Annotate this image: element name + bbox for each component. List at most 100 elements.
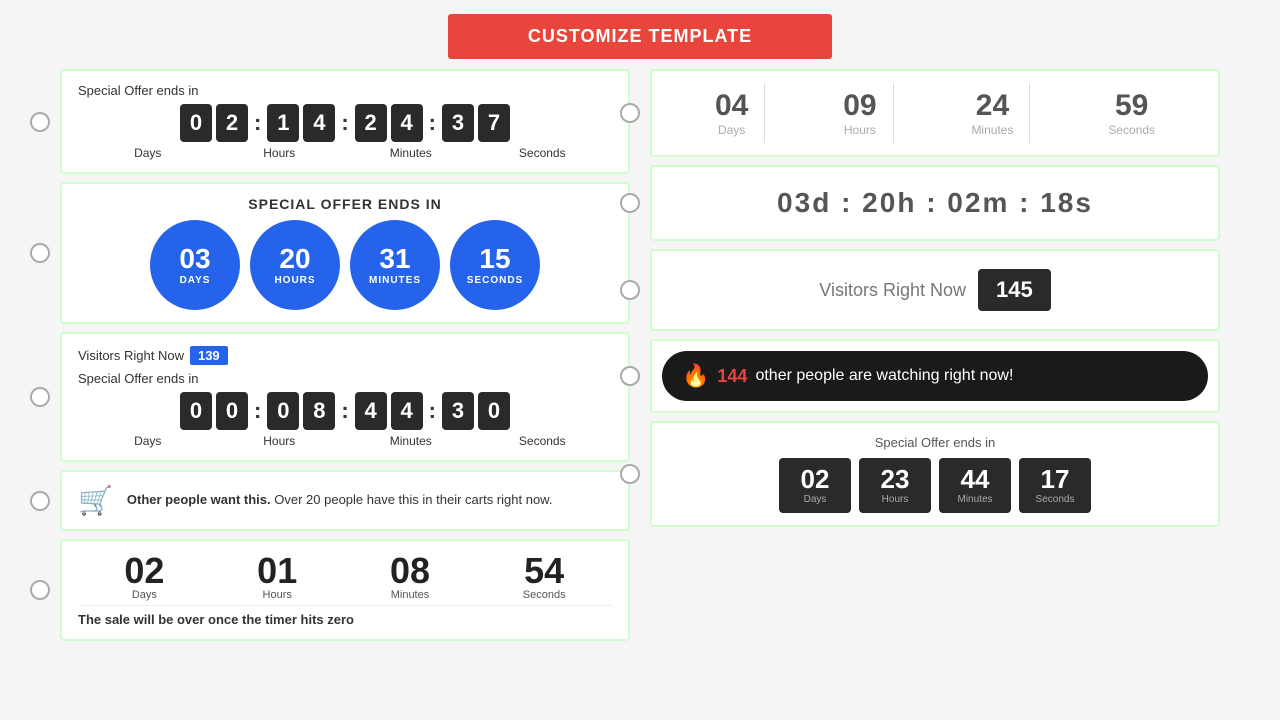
r-seconds-label: Seconds [1108,123,1155,137]
r-card1: 04 Days 09 Hours 24 Minutes 59 Seconds [650,69,1220,157]
customize-button[interactable]: CUSTOMIZE TEMPLATE [448,14,832,59]
r-c5-hours-label: Hours [865,494,925,505]
r-days: 04 Days [699,83,765,143]
r-card4-outer: 🔥 144 other people are watching right no… [650,339,1220,413]
c3-tile-h2: 8 [303,392,335,430]
flip-tile-m2: 4 [391,104,423,142]
c5-minutes: 08 Minutes [390,553,430,601]
r-c5-days-num: 02 [785,466,845,492]
r-card3-radio[interactable] [620,280,640,300]
r-card2: 03d : 20h : 02m : 18s [650,165,1220,241]
c3-tile-d1: 0 [180,392,212,430]
cart-icon: 🛒 [78,484,113,517]
circle-days: 03 DAYS [150,220,240,310]
card3-outer: Visitors Right Now 139 Special Offer end… [60,332,630,462]
card3: Visitors Right Now 139 Special Offer end… [60,332,630,462]
circle-seconds-label: SECONDS [467,275,523,286]
c3-tile-m1: 4 [355,392,387,430]
flip-tile-d1: 0 [180,104,212,142]
circle-hours-label: HOURS [274,275,315,286]
card5-outer: 02 Days 01 Hours 08 Minutes 54 Seconds [60,539,630,641]
c3-sep3: : [429,398,436,424]
sep1: : [254,110,261,136]
c5-hours-label: Hours [257,589,297,601]
r-card5-outer: Special Offer ends in 02 Days 23 Hours 4… [650,421,1220,527]
circle-days-num: 03 [179,245,210,273]
card2-title: SPECIAL OFFER ENDS IN [78,196,612,212]
c5-days: 02 Days [124,553,164,601]
circle-seconds: 15 SECONDS [450,220,540,310]
left-column: Special Offer ends in 0 2 : 1 4 : 2 4 : … [60,69,630,641]
circle-seconds-num: 15 [479,245,510,273]
c5-days-num: 02 [124,553,164,589]
r-card5: Special Offer ends in 02 Days 23 Hours 4… [650,421,1220,527]
r-card3-label: Visitors Right Now [819,280,966,301]
card4-radio[interactable] [30,491,50,511]
header: CUSTOMIZE TEMPLATE [0,0,1280,69]
c3-label-minutes: Minutes [376,434,446,448]
label-seconds: Seconds [507,146,577,160]
c5-seconds: 54 Seconds [523,553,566,601]
card4-content: 🛒 Other people want this. Over 20 people… [78,484,612,517]
r-c5-minutes-num: 44 [945,466,1005,492]
c5-hours: 01 Hours [257,553,297,601]
flip-tile-h1: 1 [267,104,299,142]
card1: Special Offer ends in 0 2 : 1 4 : 2 4 : … [60,69,630,174]
main-content: Special Offer ends in 0 2 : 1 4 : 2 4 : … [0,69,1280,641]
label-hours: Hours [244,146,314,160]
c3-label-seconds: Seconds [507,434,577,448]
c3-label-days: Days [113,434,183,448]
r-minutes-label: Minutes [971,123,1013,137]
cart-desc: Over 20 people have this in their carts … [274,492,552,507]
c5-seconds-num: 54 [523,553,566,589]
r-c5-hours-num: 23 [865,466,925,492]
c3-label-hours: Hours [244,434,314,448]
card5-radio[interactable] [30,580,50,600]
card1-title: Special Offer ends in [78,83,612,98]
r-card5-radio[interactable] [620,464,640,484]
r-card4-radio[interactable] [620,366,640,386]
r-c5-minutes-label: Minutes [945,494,1005,505]
right-column: 04 Days 09 Hours 24 Minutes 59 Seconds [640,69,1220,641]
r-card3-content: Visitors Right Now 145 [670,269,1200,311]
r-card2-text: 03d : 20h : 02m : 18s [672,187,1198,219]
r-c5-seconds: 17 Seconds [1019,458,1091,513]
r-minutes-num: 24 [971,89,1013,123]
c3-tile-d2: 0 [216,392,248,430]
flip-tile-m1: 2 [355,104,387,142]
label-minutes: Minutes [376,146,446,160]
circle-hours-num: 20 [279,245,310,273]
circle-days-label: DAYS [180,275,211,286]
c3-tile-s2: 0 [478,392,510,430]
r-seconds-num: 59 [1108,89,1155,123]
c5-seconds-label: Seconds [523,589,566,601]
r-card4: 🔥 144 other people are watching right no… [650,339,1220,413]
c3-tile-h1: 0 [267,392,299,430]
circle-minutes: 31 MINUTES [350,220,440,310]
r-card2-radio[interactable] [620,193,640,213]
r-seconds: 59 Seconds [1092,83,1171,143]
sep2: : [341,110,348,136]
sep3: : [429,110,436,136]
card3-tiles: 0 0 : 0 8 : 4 4 : 3 0 [78,392,612,430]
flip-tile-s2: 7 [478,104,510,142]
circle-minutes-num: 31 [379,245,410,273]
r-days-label: Days [715,123,748,137]
label-days: Days [113,146,183,160]
r-c5-hours: 23 Hours [859,458,931,513]
r-card1-grid: 04 Days 09 Hours 24 Minutes 59 Seconds [668,83,1202,143]
card3-visitors-label: Visitors Right Now [78,348,184,363]
card1-outer: Special Offer ends in 0 2 : 1 4 : 2 4 : … [60,69,630,174]
flip-tile-h2: 4 [303,104,335,142]
cart-text: Other people want this. Over 20 people h… [127,491,553,509]
card2-outer: SPECIAL OFFER ENDS IN 03 DAYS 20 HOURS 3… [60,182,630,324]
r-card2-outer: 03d : 20h : 02m : 18s [650,165,1220,241]
card3-radio[interactable] [30,387,50,407]
card2-radio[interactable] [30,243,50,263]
r-c5-minutes: 44 Minutes [939,458,1011,513]
card1-radio[interactable] [30,112,50,132]
r-days-num: 04 [715,89,748,123]
r-card1-radio[interactable] [620,103,640,123]
card1-tiles: 0 2 : 1 4 : 2 4 : 3 7 [78,104,612,142]
flip-tile-s1: 3 [442,104,474,142]
